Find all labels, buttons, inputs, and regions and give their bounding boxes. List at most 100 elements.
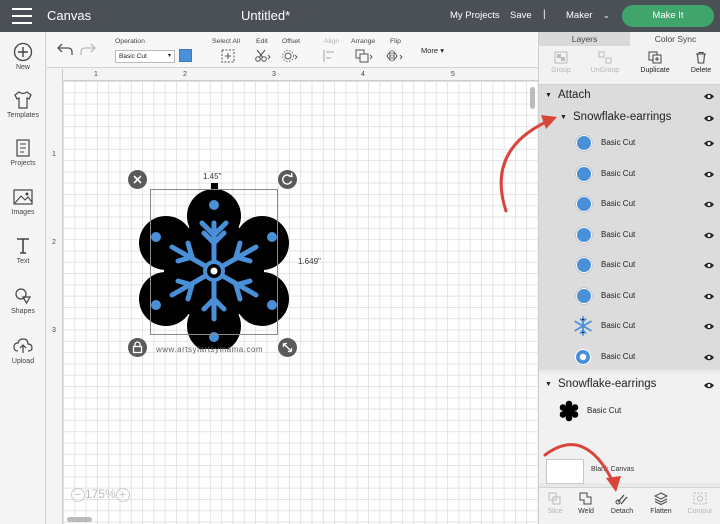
layer-thumbnail [576,257,592,273]
resize-handle[interactable] [278,338,297,357]
operation-color-swatch[interactable] [179,49,192,62]
offset-icon[interactable] [281,49,301,63]
blank-canvas-swatch[interactable] [546,459,584,484]
sidebar-item-projects[interactable]: Projects [0,138,46,167]
align-label: Align [324,38,340,45]
plus-icon [13,42,33,62]
flatten-label: Flatten [650,508,672,515]
sidebar-item-images[interactable]: Images [0,187,46,216]
my-projects-link[interactable]: My Projects [450,10,500,21]
ruler-tick: 1 [94,71,98,78]
top-bar: Canvas Untitled* My Projects Save | Make… [0,0,720,32]
layer-row[interactable]: Basic Cut [539,396,720,426]
delete-handle[interactable] [128,170,147,189]
weld-icon [579,492,592,505]
more-menu[interactable]: More ▾ [421,46,444,55]
caret-down-icon[interactable]: ▼ [560,114,567,121]
sidebar-item-templates[interactable]: Templates [0,90,46,119]
detach-icon [615,494,628,505]
layer-thumbnail [576,288,592,304]
tab-layers[interactable]: Layers [539,32,630,46]
sidebar-item-shapes[interactable]: Shapes [0,286,46,315]
eye-icon[interactable] [703,200,715,209]
save-button[interactable]: Save [510,10,532,21]
caret-down-icon[interactable]: ▼ [545,381,552,388]
zoom-in-button[interactable]: + [115,487,130,502]
document-title[interactable]: Untitled* [241,8,290,23]
eye-icon[interactable] [703,170,715,179]
machine-select[interactable]: Maker ⌄ [566,10,610,21]
layer-row[interactable]: Basic Cut [539,250,720,280]
eye-icon[interactable] [703,92,715,101]
weld-button[interactable]: Weld [568,492,604,515]
sidebar-item-new[interactable]: New [0,42,46,71]
horizontal-scrollbar[interactable] [67,517,92,522]
sidebar-item-label: Images [11,209,35,216]
layer-row[interactable]: Basic Cut [539,159,720,189]
eye-icon[interactable] [703,353,715,362]
sidebar-item-upload[interactable]: Upload [0,336,46,365]
select-all-icon[interactable] [221,49,235,63]
resize-arrows-icon [282,342,293,353]
operation-label: Operation [115,38,145,45]
eye-icon[interactable] [703,322,715,331]
chevron-down-icon: ⌄ [603,11,610,20]
layer-row[interactable]: Basic Cut [539,189,720,219]
arrange-icon[interactable] [355,49,375,63]
layer-row[interactable]: Basic Cut [539,220,720,250]
layers-list: ▼ Attach ▼ Snowflake-earrings Basic Cut … [539,85,720,370]
eye-icon[interactable] [703,139,715,148]
duplicate-button[interactable]: Duplicate [633,51,677,74]
bottom-tools: Slice Weld Detach Flatten Contour [539,487,720,524]
layer-row[interactable]: Basic Cut [539,281,720,311]
tab-color-sync[interactable]: Color Sync [630,32,720,46]
layer-row[interactable]: Basic Cut [539,342,720,372]
sidebar-item-text[interactable]: Text [0,236,46,265]
ruler-tick: 1 [52,151,56,158]
detach-button[interactable]: Detach [604,492,640,515]
layer-row[interactable]: Basic Cut [539,128,720,158]
eye-icon[interactable] [703,231,715,240]
contour-label: Contour [687,508,713,515]
redo-icon[interactable] [80,42,96,56]
caret-down-icon[interactable]: ▼ [545,92,552,99]
group-icon [554,51,568,64]
zoom-out-button[interactable]: − [71,487,85,502]
attach-group-row[interactable]: ▼ Attach [539,86,720,108]
sidebar-item-label: New [15,64,30,71]
height-dimension: 1.649" [298,257,321,266]
eye-icon[interactable] [703,381,715,390]
rotate-handle[interactable] [278,170,297,189]
left-sidebar: New Templates Projects Images Text Shape… [0,32,46,524]
align-icon [323,50,334,62]
flip-icon[interactable] [386,49,406,63]
selection-box [150,189,278,335]
operation-select[interactable]: Basic Cut ▾ [115,50,175,63]
ruler-tick: 3 [52,327,56,334]
sidebar-item-label: Shapes [11,308,35,315]
layer-row[interactable]: Basic Cut [539,311,720,341]
make-it-button[interactable]: Make It [622,5,714,27]
subgroup-row[interactable]: ▼ Snowflake-earrings [539,108,720,130]
vertical-scrollbar[interactable] [530,87,535,109]
delete-button[interactable]: Delete [679,51,720,74]
projects-icon [16,139,30,157]
watermark-text: www.artsyfartsymama.com [156,345,264,354]
top-separator: | [543,9,546,20]
offset-label: Offset [282,38,301,45]
flatten-button[interactable]: Flatten [643,492,679,515]
attach-group-label: Attach [558,89,591,101]
eye-icon[interactable] [703,261,715,270]
app-title: Canvas [47,8,92,23]
scissors-icon[interactable] [254,49,272,63]
layer-name: Basic Cut [601,260,636,269]
group-row[interactable]: ▼ Snowflake-earrings [539,375,720,397]
menu-icon[interactable] [12,8,32,24]
layers-panel: Layers Color Sync Group UnGroup Duplicat… [538,32,720,524]
undo-icon[interactable] [57,42,73,56]
eye-icon[interactable] [703,114,715,123]
sidebar-item-label: Text [16,258,30,265]
eye-icon[interactable] [703,292,715,301]
lock-handle[interactable] [128,338,147,357]
design-canvas[interactable]: 1 2 3 4 5 1 2 3 1.45" 1.649" www.artsyfa… [47,69,538,524]
